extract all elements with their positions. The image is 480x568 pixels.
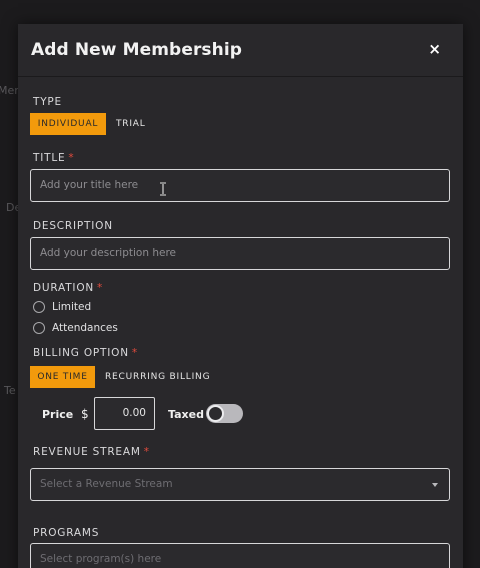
programs-select[interactable]: Select program(s) here: [30, 543, 450, 568]
required-mark: *: [131, 347, 138, 359]
price-label: Price: [42, 408, 74, 421]
type-label: TYPE: [33, 96, 62, 108]
revenue-stream-label: REVENUE STREAM *: [33, 446, 150, 458]
title-placeholder: Add your title here: [40, 179, 139, 191]
billing-one-time-button[interactable]: ONE TIME: [30, 366, 95, 388]
close-icon[interactable]: ×: [428, 41, 441, 57]
title-label: TITLE *: [33, 152, 75, 164]
description-input[interactable]: Add your description here: [30, 237, 450, 270]
revenue-stream-select[interactable]: Select a Revenue Stream: [30, 468, 450, 501]
radio-circle[interactable]: [33, 322, 45, 334]
revenue-stream-placeholder: Select a Revenue Stream: [40, 478, 173, 490]
type-trial-button[interactable]: TRIAL: [116, 113, 146, 135]
required-mark: *: [97, 282, 104, 294]
taxed-toggle[interactable]: [206, 404, 243, 423]
billing-option-label: BILLING OPTION *: [33, 347, 138, 359]
price-input[interactable]: 0.00: [94, 397, 155, 430]
taxed-label: Taxed: [168, 408, 204, 421]
billing-recurring-button[interactable]: RECURRING BILLING: [105, 366, 210, 388]
text-cursor-icon: [160, 182, 166, 196]
programs-placeholder: Select program(s) here: [40, 553, 162, 565]
duration-option-label: Limited: [52, 301, 92, 313]
required-mark: *: [68, 152, 75, 164]
description-label: DESCRIPTION: [33, 220, 113, 232]
duration-option-label: Attendances: [52, 322, 118, 334]
radio-circle[interactable]: [33, 301, 45, 313]
type-individual-button[interactable]: INDIVIDUAL: [30, 113, 106, 135]
description-placeholder: Add your description here: [40, 247, 176, 259]
background-text: Te: [4, 384, 16, 397]
price-value: 0.00: [122, 407, 146, 419]
chevron-down-icon[interactable]: [432, 483, 438, 487]
add-membership-dialog: Add New Membership × TYPE INDIVIDUAL TRI…: [18, 24, 463, 568]
required-mark: *: [143, 446, 150, 458]
currency-symbol: $: [81, 407, 89, 421]
dialog-header: Add New Membership ×: [18, 24, 463, 77]
toggle-knob: [207, 405, 224, 422]
title-input[interactable]: Add your title here: [30, 169, 450, 202]
duration-label: DURATION *: [33, 282, 104, 294]
programs-label: PROGRAMS: [33, 527, 100, 539]
dialog-title: Add New Membership: [31, 40, 243, 60]
